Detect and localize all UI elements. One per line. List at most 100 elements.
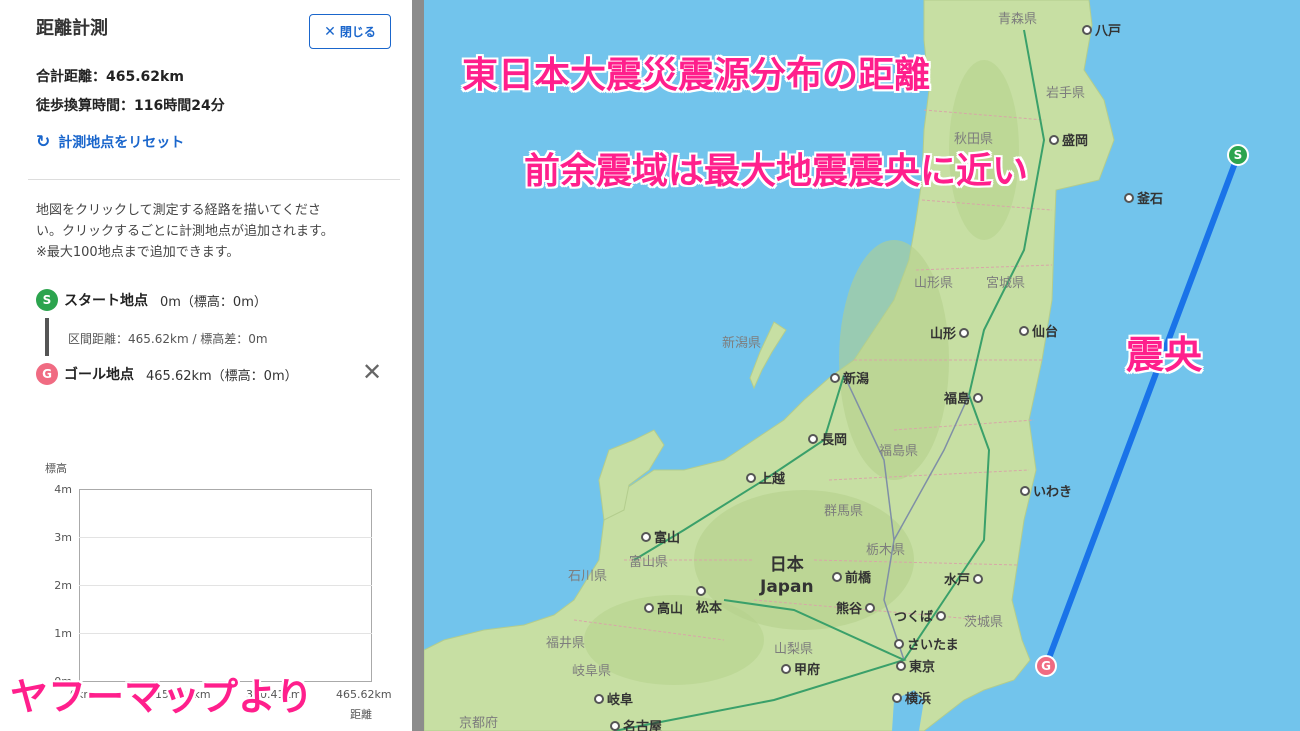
city-marker[interactable]: 甲府 — [781, 659, 820, 678]
city-marker[interactable]: 松本 — [696, 586, 722, 616]
city-dot-icon — [594, 693, 604, 704]
prefecture-label: 群馬県 — [824, 504, 864, 519]
goal-marker[interactable]: G — [1035, 655, 1057, 677]
remove-point-button[interactable]: ✕ — [362, 360, 382, 384]
city-marker[interactable]: 前橋 — [832, 567, 871, 586]
walk-time: 徒歩換算時間：116時間24分 — [36, 98, 225, 114]
help-text-line: い。クリックするごとに計測地点が追加されます。 — [36, 224, 334, 239]
city-dot-icon — [894, 638, 904, 649]
country-name-en: Japan — [760, 577, 814, 597]
prefecture-label: 山梨県 — [774, 642, 814, 657]
city-marker[interactable]: 名古屋 — [610, 716, 662, 731]
city-name: 松本 — [696, 601, 723, 616]
city-dot-icon — [1020, 485, 1030, 496]
city-marker[interactable]: さいたま — [894, 634, 959, 653]
city-dot-icon — [973, 392, 984, 403]
city-marker[interactable]: 東京 — [896, 656, 935, 675]
panel-title: 距離計測 — [36, 18, 108, 39]
city-dot-icon — [696, 586, 706, 596]
elevation-y-tick: 1m — [54, 627, 72, 640]
annotation-epicenter: 震央 — [1126, 333, 1203, 377]
city-marker[interactable]: 上越 — [746, 468, 785, 487]
city-marker[interactable]: 新潟 — [830, 368, 869, 387]
goal-value: 465.62km（標高：0m） — [146, 368, 298, 384]
start-marker[interactable]: S — [1227, 144, 1249, 166]
city-marker[interactable]: 仙台 — [1019, 321, 1058, 340]
city-dot-icon — [1082, 24, 1092, 35]
reset-points-link[interactable]: ↻ 計測地点をリセット — [36, 132, 184, 152]
goal-label: ゴール地点 — [64, 367, 134, 383]
city-name: 前橋 — [845, 571, 872, 586]
city-name: つくば — [894, 610, 934, 625]
city-name: 高山 — [657, 602, 684, 617]
city-name: 岐阜 — [607, 693, 634, 708]
city-marker[interactable]: 釜石 — [1124, 188, 1163, 207]
help-text-line: ※最大100地点まで追加できます。 — [36, 245, 240, 260]
segment-connector — [45, 318, 49, 356]
distance-panel: 距離計測 ✕ 閉じる 合計距離：465.62km 徒歩換算時間：116時間24分… — [0, 0, 412, 731]
reset-label: 計測地点をリセット — [58, 135, 185, 151]
city-marker[interactable]: 八戸 — [1082, 20, 1121, 39]
close-icon: ✕ — [324, 23, 336, 40]
city-marker[interactable]: 富山 — [641, 527, 680, 546]
city-name: 八戸 — [1095, 24, 1122, 39]
elevation-x-label: 距離 — [350, 708, 372, 721]
prefecture-label: 福井県 — [546, 636, 586, 651]
city-marker[interactable]: いわき — [1020, 481, 1072, 500]
panel-splitter[interactable] — [412, 0, 424, 731]
city-name: 山形 — [930, 327, 957, 342]
city-marker[interactable]: 水戸 — [944, 569, 984, 588]
prefecture-label: 宮城県 — [986, 276, 1026, 291]
country-label: 日本 Japan — [760, 554, 814, 598]
prefecture-label: 栃木県 — [866, 543, 906, 558]
prefecture-label: 石川県 — [568, 569, 608, 584]
refresh-icon: ↻ — [36, 131, 51, 152]
prefecture-label: 山形県 — [914, 276, 954, 291]
city-dot-icon — [832, 571, 842, 582]
prefecture-label: 茨城県 — [964, 615, 1004, 630]
close-icon: ✕ — [362, 358, 383, 386]
app-window: 距離計測 ✕ 閉じる 合計距離：465.62km 徒歩換算時間：116時間24分… — [0, 0, 1300, 731]
start-badge-icon: S — [36, 289, 58, 311]
city-dot-icon — [830, 372, 840, 383]
map-canvas[interactable]: 青森県 岩手県 秋田県 山形県 宮城県 新潟県 福島県 群馬県 栃木県 富山県 … — [424, 0, 1300, 731]
city-dot-icon — [896, 660, 906, 671]
city-marker[interactable]: 盛岡 — [1049, 130, 1088, 149]
city-name: 上越 — [759, 472, 786, 487]
city-dot-icon — [641, 531, 651, 542]
close-button-label: 閉じる — [339, 25, 376, 39]
city-marker[interactable]: つくば — [894, 606, 947, 625]
city-name: 新潟 — [843, 372, 870, 387]
city-marker[interactable]: 福島 — [944, 388, 984, 407]
city-marker[interactable]: 長岡 — [808, 429, 847, 448]
total-distance: 合計距離：465.62km — [36, 69, 184, 85]
city-marker[interactable]: 熊谷 — [836, 598, 876, 617]
elevation-y-tick: 2m — [54, 579, 72, 592]
city-name: 富山 — [654, 531, 681, 546]
elevation-x-tick: 465.62km — [336, 688, 392, 701]
help-text-line: 地図をクリックして測定する経路を描いてくださ — [36, 203, 321, 218]
city-dot-icon — [1124, 192, 1134, 203]
city-dot-icon — [865, 602, 876, 613]
measurement-route-line — [1043, 152, 1241, 669]
city-marker[interactable]: 山形 — [930, 323, 970, 342]
city-dot-icon — [936, 610, 947, 621]
city-name: 仙台 — [1032, 325, 1059, 340]
city-name: 東京 — [909, 660, 936, 675]
city-dot-icon — [1049, 134, 1059, 145]
prefecture-label: 岩手県 — [1046, 86, 1086, 101]
city-dot-icon — [781, 663, 791, 674]
close-button[interactable]: ✕ 閉じる — [309, 14, 391, 49]
city-name: 熊谷 — [836, 602, 863, 617]
city-dot-icon — [610, 720, 620, 731]
city-dot-icon — [973, 573, 984, 584]
city-marker[interactable]: 高山 — [644, 598, 683, 617]
city-name: 名古屋 — [623, 720, 663, 731]
city-name: 盛岡 — [1062, 134, 1089, 149]
elevation-y-tick: 4m — [54, 483, 72, 496]
city-name: さいたま — [907, 638, 959, 653]
city-name: 横浜 — [905, 692, 932, 707]
city-marker[interactable]: 横浜 — [892, 688, 931, 707]
start-value: 0m（標高：0m） — [160, 294, 267, 310]
city-marker[interactable]: 岐阜 — [594, 689, 633, 708]
